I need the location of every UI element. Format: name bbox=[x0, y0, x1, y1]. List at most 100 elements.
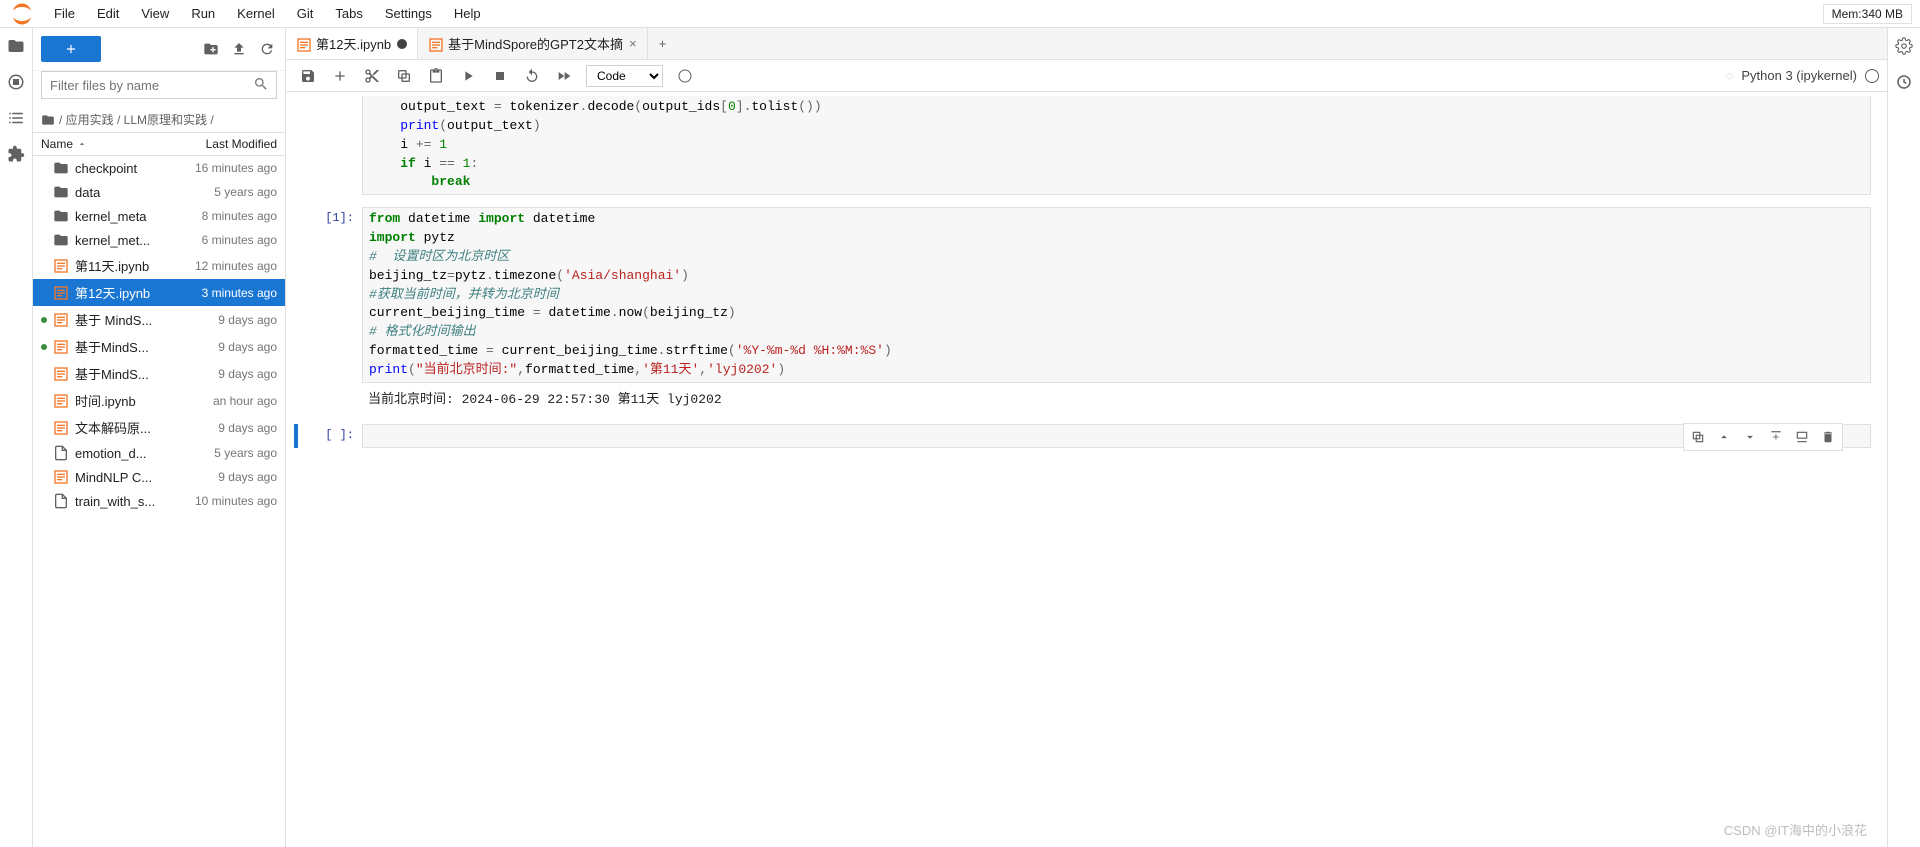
menu-git[interactable]: Git bbox=[287, 2, 324, 25]
right-sidebar bbox=[1887, 28, 1920, 847]
tab[interactable]: 第12天.ipynb bbox=[286, 28, 418, 59]
file-row[interactable]: 第12天.ipynb3 minutes ago bbox=[33, 279, 285, 306]
file-row[interactable]: 基于MindS...9 days ago bbox=[33, 333, 285, 360]
menu-file[interactable]: File bbox=[44, 2, 85, 25]
folder-icon bbox=[53, 160, 69, 176]
file-modified: 12 minutes ago bbox=[195, 259, 277, 273]
file-row[interactable]: emotion_d...5 years ago bbox=[33, 441, 285, 465]
add-tab-button[interactable]: + bbox=[648, 28, 678, 59]
nb-icon bbox=[53, 469, 69, 485]
delete-icon[interactable] bbox=[1816, 426, 1840, 448]
refresh-icon[interactable] bbox=[257, 39, 277, 59]
file-name: MindNLP C... bbox=[75, 470, 212, 485]
memory-indicator: Mem:340 MB bbox=[1823, 4, 1912, 24]
kernel-status-icon[interactable] bbox=[671, 64, 699, 88]
kernel-name[interactable]: Python 3 (ipykernel) bbox=[1741, 68, 1857, 83]
col-modified[interactable]: Last Modified bbox=[206, 137, 277, 151]
file-name: 第11天.ipynb bbox=[75, 256, 189, 275]
main-menu: FileEditViewRunKernelGitTabsSettingsHelp bbox=[44, 2, 491, 25]
code-cell[interactable]: [1]: from datetime import datetimeimport… bbox=[294, 207, 1871, 383]
notebook-area[interactable]: output_text = tokenizer.decode(output_id… bbox=[286, 92, 1887, 847]
add-cell-icon[interactable] bbox=[326, 64, 354, 88]
upload-icon[interactable] bbox=[229, 39, 249, 59]
file-row[interactable]: data5 years ago bbox=[33, 180, 285, 204]
nb-icon bbox=[53, 258, 69, 274]
stop-icon[interactable] bbox=[486, 64, 514, 88]
file-name: 文本解码原... bbox=[75, 418, 212, 437]
tab[interactable]: 基于MindSpore的GPT2文本摘 × bbox=[418, 28, 647, 59]
menu-run[interactable]: Run bbox=[181, 2, 225, 25]
kernel-indicator-icon[interactable] bbox=[1865, 69, 1879, 83]
restart-run-icon[interactable] bbox=[550, 64, 578, 88]
run-icon[interactable] bbox=[454, 64, 482, 88]
insert-below-icon[interactable] bbox=[1790, 426, 1814, 448]
save-icon[interactable] bbox=[294, 64, 322, 88]
menu-kernel[interactable]: Kernel bbox=[227, 2, 285, 25]
file-row[interactable]: 时间.ipynban hour ago bbox=[33, 387, 285, 414]
nb-icon bbox=[53, 393, 69, 409]
folder-icon bbox=[53, 232, 69, 248]
filter-input[interactable] bbox=[41, 71, 277, 99]
debugger-icon[interactable] bbox=[1894, 72, 1914, 92]
new-folder-icon[interactable] bbox=[201, 39, 221, 59]
file-modified: 8 minutes ago bbox=[202, 209, 277, 223]
activity-bar bbox=[0, 28, 33, 847]
cell-type-select[interactable]: Code bbox=[586, 65, 663, 87]
menu-help[interactable]: Help bbox=[444, 2, 491, 25]
breadcrumb[interactable]: / 应用实践 / LLM原理和实践 / bbox=[33, 107, 285, 132]
file-row[interactable]: 基于MindS... 9 days ago bbox=[33, 360, 285, 387]
file-name: 基于MindS... bbox=[75, 364, 212, 383]
file-row[interactable]: 文本解码原... 9 days ago bbox=[33, 414, 285, 441]
tab-label: 第12天.ipynb bbox=[316, 34, 391, 53]
file-list: checkpoint16 minutes agodata5 years agok… bbox=[33, 156, 285, 847]
notebook-icon bbox=[428, 37, 442, 51]
file-row[interactable]: kernel_met...6 minutes ago bbox=[33, 228, 285, 252]
property-inspector-icon[interactable] bbox=[1894, 36, 1914, 56]
duplicate-icon[interactable] bbox=[1686, 426, 1710, 448]
kernel-busy-icon: ◌ bbox=[1726, 68, 1734, 83]
move-up-icon[interactable] bbox=[1712, 426, 1736, 448]
copy-icon[interactable] bbox=[390, 64, 418, 88]
nb-icon bbox=[53, 339, 69, 355]
new-launcher-button[interactable] bbox=[41, 36, 101, 62]
file-modified: 9 days ago bbox=[218, 313, 277, 327]
running-icon[interactable] bbox=[6, 72, 26, 92]
menu-settings[interactable]: Settings bbox=[375, 2, 442, 25]
file-row[interactable]: 基于 MindS...9 days ago bbox=[33, 306, 285, 333]
menu-view[interactable]: View bbox=[131, 2, 179, 25]
restart-icon[interactable] bbox=[518, 64, 546, 88]
move-down-icon[interactable] bbox=[1738, 426, 1762, 448]
tab-label: 基于MindSpore的GPT2文本摘 bbox=[448, 34, 623, 53]
code-cell-partial[interactable]: output_text = tokenizer.decode(output_id… bbox=[294, 96, 1871, 195]
menu-tabs[interactable]: Tabs bbox=[325, 2, 372, 25]
file-row[interactable]: 第11天.ipynb 12 minutes ago bbox=[33, 252, 285, 279]
file-modified: 9 days ago bbox=[218, 367, 277, 381]
close-icon[interactable]: × bbox=[629, 36, 637, 51]
col-name[interactable]: Name bbox=[41, 137, 206, 151]
file-row[interactable]: MindNLP C...9 days ago bbox=[33, 465, 285, 489]
toc-icon[interactable] bbox=[6, 108, 26, 128]
folder-icon bbox=[53, 208, 69, 224]
file-name: emotion_d... bbox=[75, 446, 208, 461]
insert-above-icon[interactable] bbox=[1764, 426, 1788, 448]
menu-edit[interactable]: Edit bbox=[87, 2, 129, 25]
folder-icon bbox=[53, 184, 69, 200]
empty-code-cell[interactable]: [ ]: bbox=[294, 424, 1871, 448]
file-modified: 9 days ago bbox=[218, 421, 277, 435]
file-row[interactable]: kernel_meta8 minutes ago bbox=[33, 204, 285, 228]
file-row[interactable]: train_with_s...10 minutes ago bbox=[33, 489, 285, 513]
cut-icon[interactable] bbox=[358, 64, 386, 88]
file-modified: 5 years ago bbox=[214, 185, 277, 199]
nb-icon bbox=[53, 420, 69, 436]
txt-icon bbox=[53, 493, 69, 509]
running-dot-icon bbox=[41, 344, 47, 350]
extension-icon[interactable] bbox=[6, 144, 26, 164]
notebook-icon bbox=[296, 37, 310, 51]
file-name: 第12天.ipynb bbox=[75, 283, 196, 302]
file-name: checkpoint bbox=[75, 161, 189, 176]
cell-prompt: [1]: bbox=[298, 207, 362, 383]
file-browser: / 应用实践 / LLM原理和实践 / Name Last Modified c… bbox=[33, 28, 286, 847]
file-row[interactable]: checkpoint16 minutes ago bbox=[33, 156, 285, 180]
paste-icon[interactable] bbox=[422, 64, 450, 88]
folder-icon[interactable] bbox=[6, 36, 26, 56]
